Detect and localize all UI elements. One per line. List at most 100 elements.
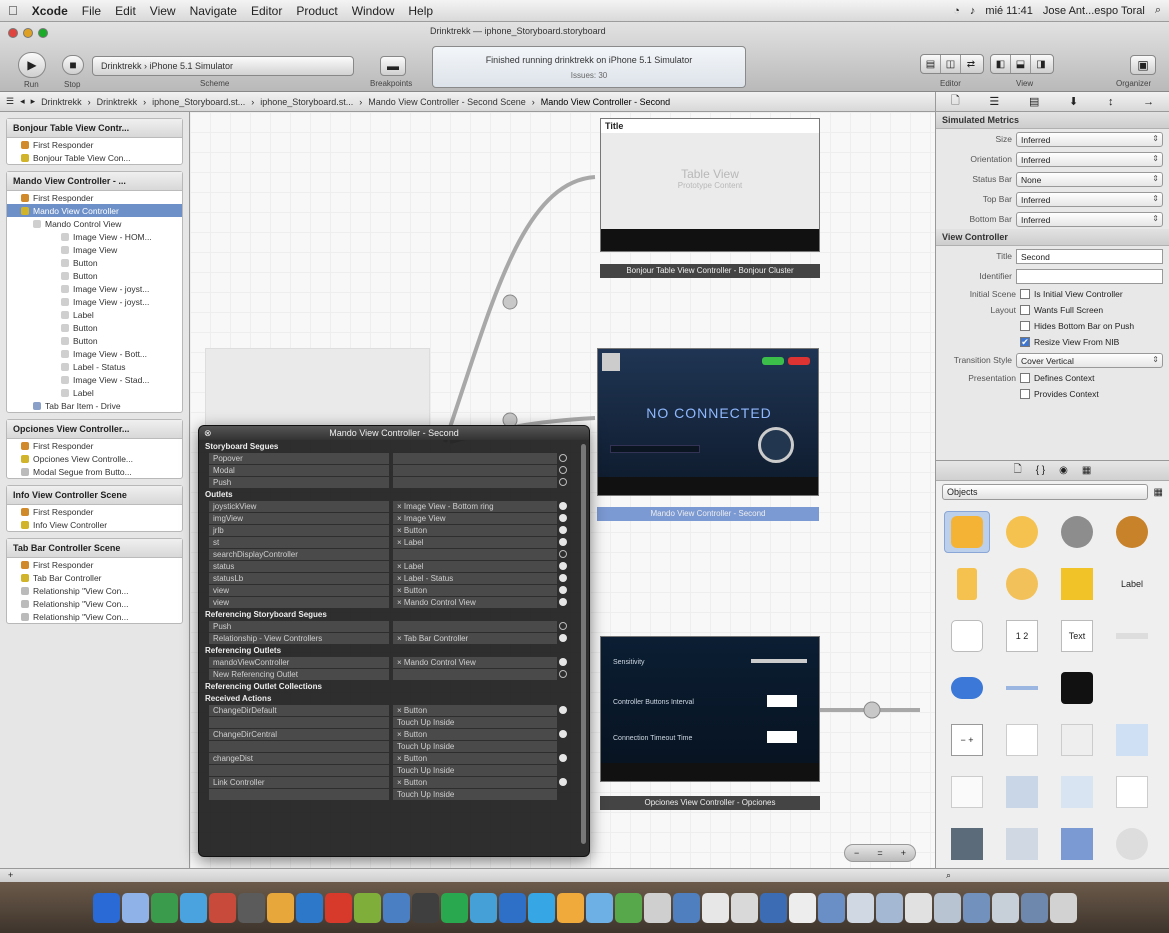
hud-group-header[interactable]: Storyboard Segues bbox=[199, 440, 589, 452]
menu-view[interactable]: View bbox=[150, 4, 176, 18]
help-inspector-icon[interactable]: ☰ bbox=[989, 95, 999, 108]
checkbox[interactable] bbox=[1020, 373, 1030, 383]
connection-target[interactable]: × Button bbox=[393, 776, 557, 788]
outline-item[interactable]: First Responder bbox=[7, 191, 182, 204]
scene-header[interactable]: Opciones View Controller... bbox=[7, 420, 182, 439]
dock-app-icon[interactable] bbox=[150, 892, 178, 923]
spotlight-icon[interactable]: ⌕ bbox=[1155, 4, 1161, 17]
simulated-metrics-header[interactable]: Simulated Metrics bbox=[936, 112, 1169, 129]
dock-app-icon[interactable] bbox=[498, 892, 526, 923]
connection-target[interactable] bbox=[393, 476, 557, 488]
library-object[interactable] bbox=[1109, 771, 1155, 813]
outline-item[interactable]: Relationship "View Con... bbox=[7, 597, 182, 610]
outline-item[interactable]: Button bbox=[7, 256, 182, 269]
back-icon[interactable]: ◂ bbox=[20, 96, 25, 107]
connection-target[interactable]: × Button bbox=[393, 752, 557, 764]
connection-target[interactable]: × Image View bbox=[393, 512, 557, 524]
connection-target[interactable]: × Image View - Bottom ring bbox=[393, 500, 557, 512]
dock-app-icon[interactable] bbox=[382, 892, 410, 923]
dock-app-icon[interactable] bbox=[991, 892, 1019, 923]
outline-item[interactable]: Image View bbox=[7, 243, 182, 256]
outline-item[interactable]: Button bbox=[7, 269, 182, 282]
menu-product[interactable]: Product bbox=[296, 4, 337, 18]
connection-well-icon[interactable] bbox=[559, 514, 567, 522]
outline-item[interactable]: Button bbox=[7, 334, 182, 347]
outline-item[interactable]: Relationship "View Con... bbox=[7, 610, 182, 623]
scheme-popup[interactable]: Drinktrekk › iPhone 5.1 Simulator bbox=[92, 56, 354, 76]
connection-target[interactable]: × Button bbox=[393, 524, 557, 536]
connection-well-icon[interactable] bbox=[559, 478, 567, 486]
menu-app-name[interactable]: Xcode bbox=[32, 4, 68, 18]
connection-well-icon[interactable] bbox=[559, 538, 567, 546]
activity-issues[interactable]: Issues: 30 bbox=[433, 71, 745, 80]
dock-app-icon[interactable] bbox=[759, 892, 787, 923]
library-object[interactable] bbox=[999, 511, 1045, 553]
connection-target[interactable]: Touch Up Inside bbox=[393, 716, 557, 728]
connection-target[interactable]: × Button bbox=[393, 728, 557, 740]
placeholder-scene[interactable] bbox=[205, 348, 430, 428]
scene-header[interactable]: Mando View Controller - ... bbox=[7, 172, 182, 191]
connection-target[interactable] bbox=[393, 464, 557, 476]
dock-app-icon[interactable] bbox=[295, 892, 323, 923]
connection-target[interactable]: × Mando Control View bbox=[393, 596, 557, 608]
dock-app-icon[interactable] bbox=[92, 892, 120, 923]
library-object[interactable] bbox=[1109, 719, 1155, 761]
menu-file[interactable]: File bbox=[82, 4, 101, 18]
crumb-file[interactable]: iphone_Storyboard.st... bbox=[152, 97, 245, 107]
simulated-metric-popup[interactable]: Inferred bbox=[1016, 131, 1163, 147]
outline-item[interactable]: Modal Segue from Butto... bbox=[7, 465, 182, 478]
connection-well-icon[interactable] bbox=[559, 598, 567, 606]
file-inspector-icon[interactable]: 🗋 bbox=[951, 92, 960, 111]
connection-well-icon[interactable] bbox=[559, 550, 567, 558]
dock-app-icon[interactable] bbox=[324, 892, 352, 923]
menu-clock[interactable]: mié 11:41 bbox=[985, 5, 1033, 17]
close-icon[interactable]: ⊗ bbox=[204, 426, 212, 440]
standard-editor-icon[interactable]: ▤ bbox=[921, 55, 941, 73]
assistant-editor-icon[interactable]: ◫ bbox=[941, 55, 961, 73]
media-library-icon[interactable]: ▦ bbox=[1082, 465, 1091, 476]
menu-window[interactable]: Window bbox=[352, 4, 395, 18]
outline-item[interactable]: First Responder bbox=[7, 505, 182, 518]
connection-target[interactable]: Touch Up Inside bbox=[393, 788, 557, 800]
connection-target[interactable]: × Button bbox=[393, 584, 557, 596]
dock-app-icon[interactable] bbox=[962, 892, 990, 923]
library-object[interactable] bbox=[944, 563, 990, 605]
library-object[interactable] bbox=[1109, 615, 1155, 657]
filter-icon[interactable]: ⌕ bbox=[946, 870, 951, 881]
apple-icon[interactable]:  bbox=[8, 3, 18, 18]
checkbox-row[interactable]: Provides Context bbox=[936, 386, 1169, 402]
outline-item[interactable]: Button bbox=[7, 321, 182, 334]
mando-scene-label[interactable]: Mando View Controller - Second bbox=[597, 507, 819, 521]
connection-target[interactable] bbox=[393, 548, 557, 560]
title-field[interactable]: Second bbox=[1016, 248, 1163, 264]
view-controller-header[interactable]: View Controller bbox=[936, 229, 1169, 246]
menu-user[interactable]: Jose Ant...espo Toral bbox=[1043, 5, 1145, 17]
crumb-controller[interactable]: Mando View Controller - Second bbox=[541, 97, 670, 107]
library-filter-popup[interactable]: Objects bbox=[942, 484, 1148, 500]
crumb-group[interactable]: Drinktrekk bbox=[97, 97, 138, 107]
minimize-window-icon[interactable] bbox=[23, 28, 33, 38]
connection-well-icon[interactable] bbox=[559, 454, 567, 462]
connection-well-icon[interactable] bbox=[559, 658, 567, 666]
crumb-file-base[interactable]: iphone_Storyboard.st... bbox=[260, 97, 353, 107]
connection-target[interactable] bbox=[393, 620, 557, 632]
checkbox[interactable] bbox=[1020, 289, 1030, 299]
dock-app-icon[interactable] bbox=[1020, 892, 1048, 923]
dock-app-icon[interactable] bbox=[469, 892, 497, 923]
connection-well-icon[interactable] bbox=[559, 466, 567, 474]
checkbox-row[interactable]: Layout Wants Full Screen bbox=[936, 302, 1169, 318]
outline-item[interactable]: First Responder bbox=[7, 558, 182, 571]
outline-item[interactable]: Info View Controller bbox=[7, 518, 182, 531]
dock-app-icon[interactable] bbox=[411, 892, 439, 923]
add-icon[interactable]: + bbox=[8, 870, 13, 880]
organizer-button[interactable]: ▣ bbox=[1130, 55, 1156, 75]
size-inspector-icon[interactable]: ↕ bbox=[1108, 96, 1114, 108]
library-object[interactable] bbox=[999, 823, 1045, 865]
simulated-metric-popup[interactable]: None bbox=[1016, 171, 1163, 187]
dock-app-icon[interactable] bbox=[730, 892, 758, 923]
dock-app-icon[interactable] bbox=[237, 892, 265, 923]
connection-well-icon[interactable] bbox=[559, 502, 567, 510]
opciones-scene[interactable]: Sensitivity Controller Buttons Interval … bbox=[600, 636, 820, 782]
checkbox[interactable] bbox=[1020, 321, 1030, 331]
dock-app-icon[interactable] bbox=[266, 892, 294, 923]
